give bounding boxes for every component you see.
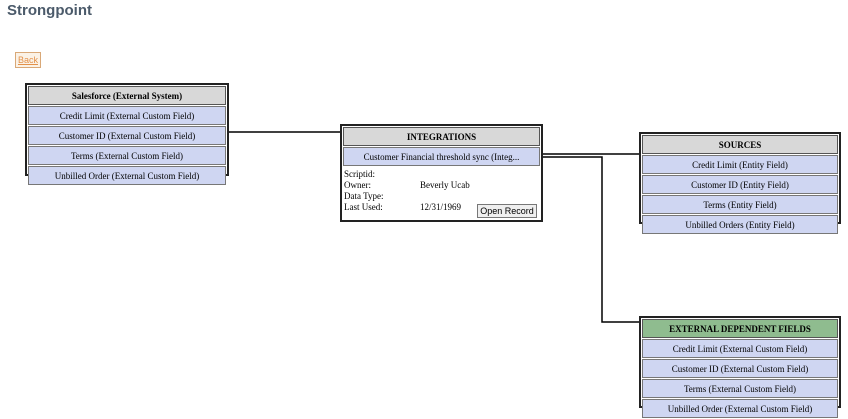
integrations-panel: INTEGRATIONS Customer Financial threshol… xyxy=(340,124,543,222)
external-dependent-item[interactable]: Unbilled Order (External Custom Field) xyxy=(642,399,838,418)
datatype-label: Data Type: xyxy=(344,191,384,201)
salesforce-item[interactable]: Customer ID (External Custom Field) xyxy=(28,126,226,145)
lastused-label: Last Used: xyxy=(344,202,383,212)
salesforce-panel: Salesforce (External System) Credit Limi… xyxy=(25,83,229,185)
connector-integrations-external xyxy=(541,156,640,323)
sources-panel: SOURCES Credit Limit (Entity Field) Cust… xyxy=(639,132,841,234)
external-dependent-panel: EXTERNAL DEPENDENT FIELDS Credit Limit (… xyxy=(639,316,841,418)
sources-item[interactable]: Unbilled Orders (Entity Field) xyxy=(642,215,838,234)
sources-item[interactable]: Customer ID (Entity Field) xyxy=(642,175,838,194)
integrations-header: INTEGRATIONS xyxy=(343,127,540,146)
owner-value: Beverly Ucab xyxy=(420,180,470,190)
integration-record[interactable]: Customer Financial threshold sync (Integ… xyxy=(343,147,540,166)
sources-header: SOURCES xyxy=(642,135,838,154)
owner-label: Owner: xyxy=(344,180,371,190)
external-dependent-item[interactable]: Credit Limit (External Custom Field) xyxy=(642,339,838,358)
salesforce-item[interactable]: Terms (External Custom Field) xyxy=(28,146,226,165)
open-record-button[interactable]: Open Record xyxy=(477,204,537,218)
salesforce-item[interactable]: Unbilled Order (External Custom Field) xyxy=(28,166,226,185)
lastused-value: 12/31/1969 xyxy=(420,202,462,212)
sources-item[interactable]: Credit Limit (Entity Field) xyxy=(642,155,838,174)
external-dependent-item[interactable]: Customer ID (External Custom Field) xyxy=(642,359,838,378)
sources-item[interactable]: Terms (Entity Field) xyxy=(642,195,838,214)
scriptid-label: Scriptid: xyxy=(344,169,375,179)
external-dependent-item[interactable]: Terms (External Custom Field) xyxy=(642,379,838,398)
external-dependent-header: EXTERNAL DEPENDENT FIELDS xyxy=(642,319,838,338)
salesforce-item[interactable]: Credit Limit (External Custom Field) xyxy=(28,106,226,125)
salesforce-header: Salesforce (External System) xyxy=(28,86,226,105)
